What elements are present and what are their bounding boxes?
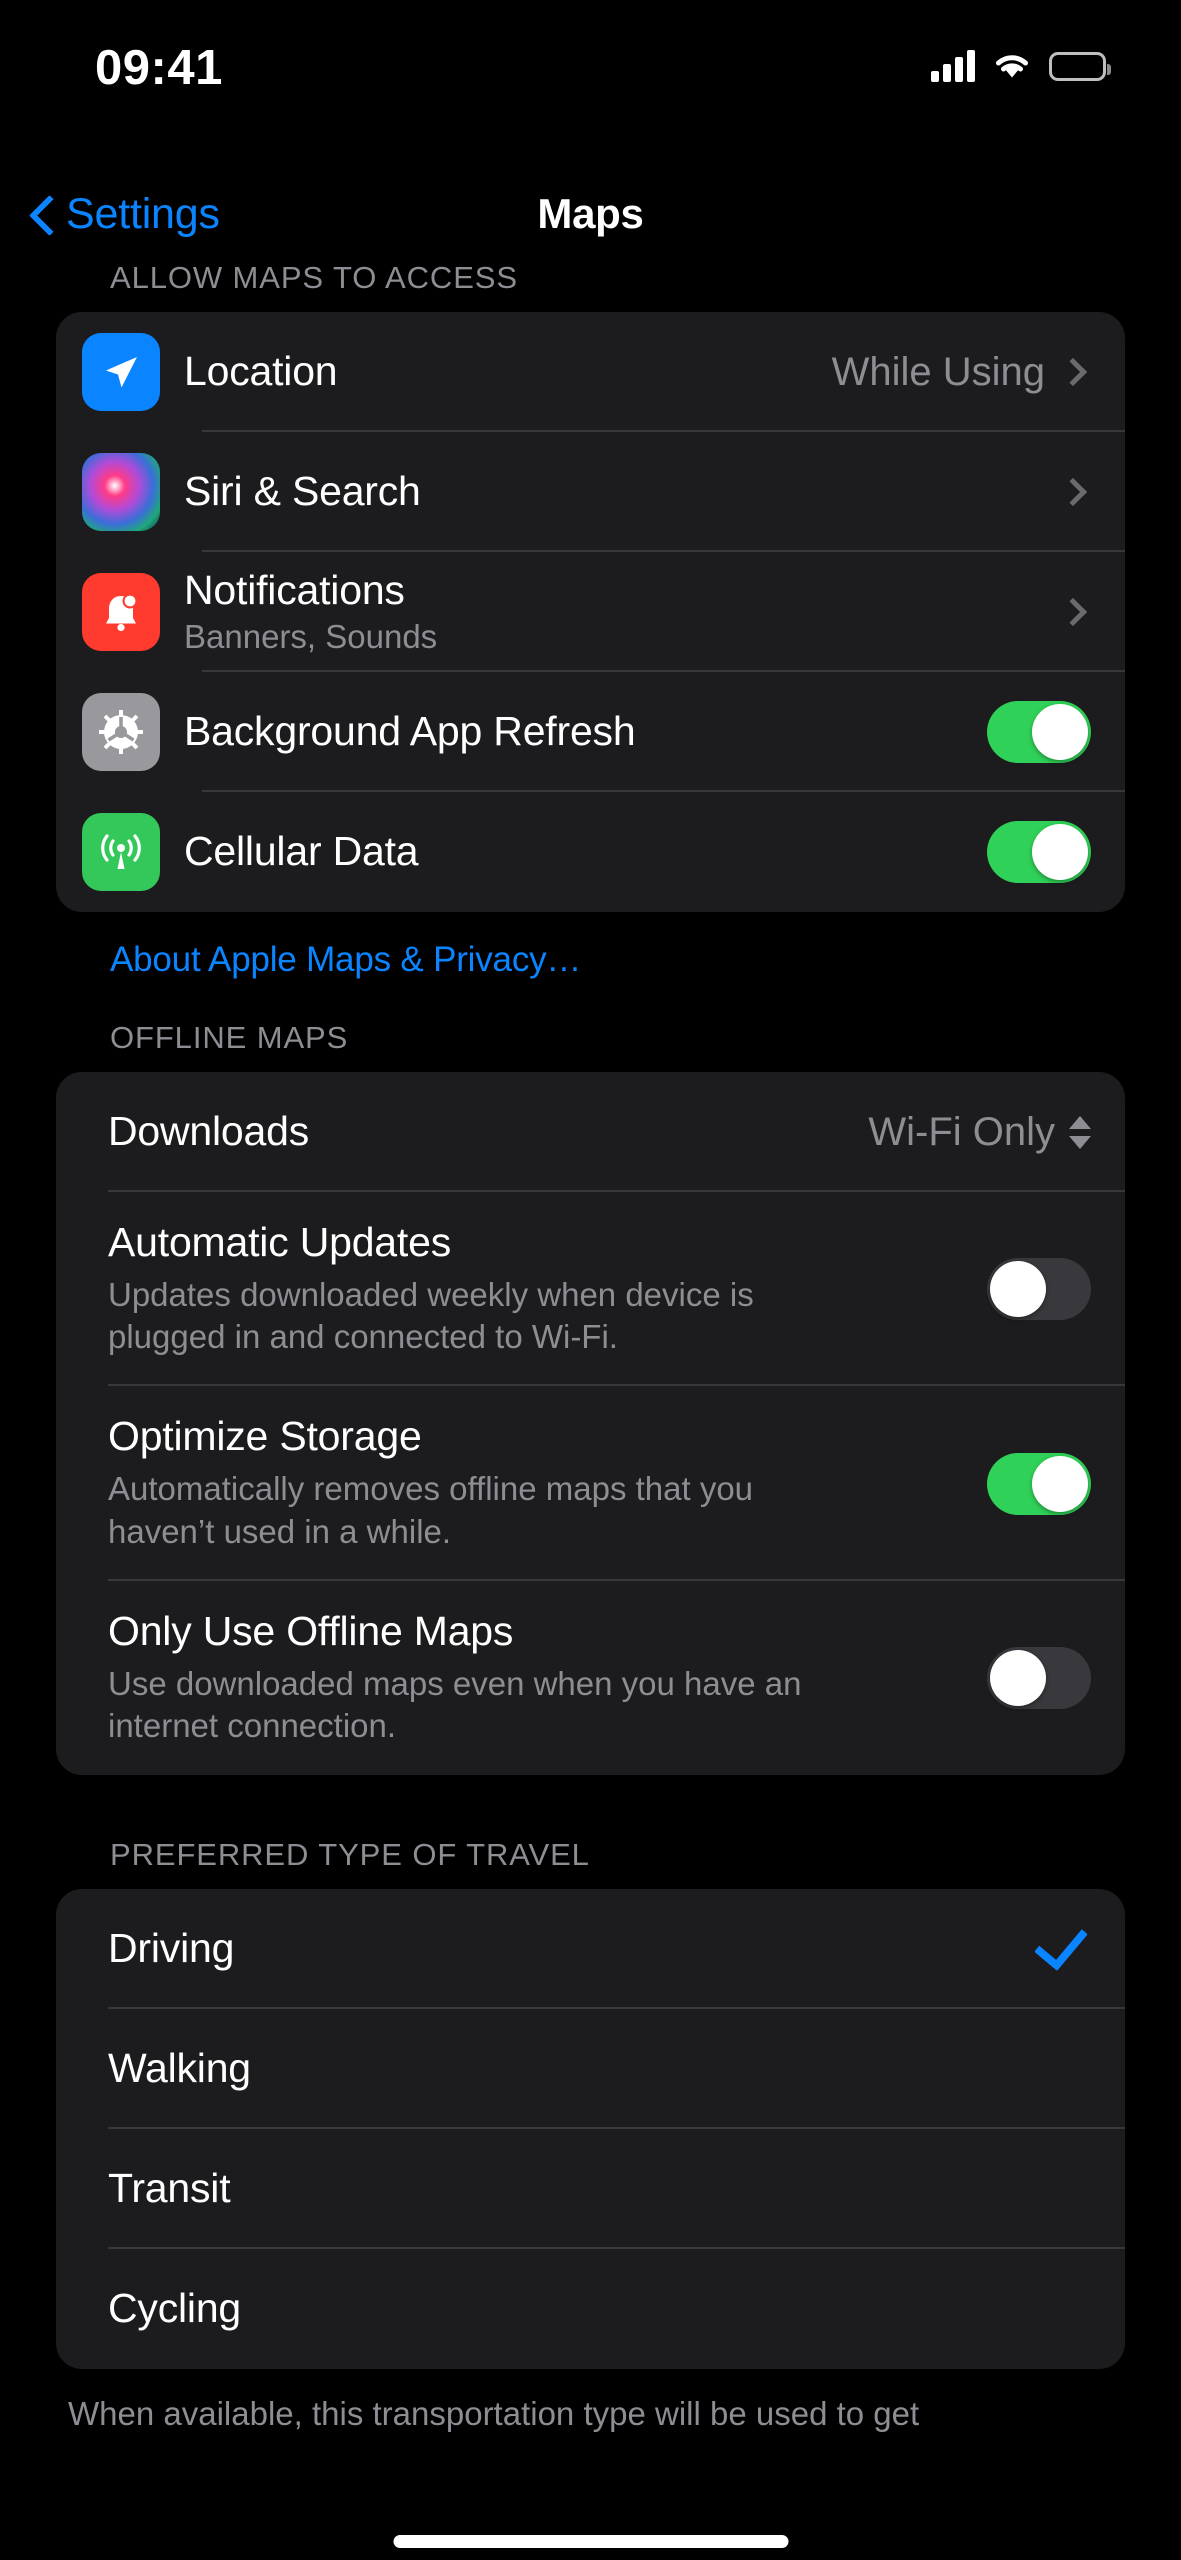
cellular-data-toggle[interactable]: [987, 821, 1091, 883]
row-title: Cycling: [108, 2285, 242, 2332]
row-background-app-refresh[interactable]: Background App Refresh: [56, 672, 1125, 792]
row-title: Optimize Storage: [108, 1413, 422, 1460]
chevron-right-icon: [1058, 357, 1088, 387]
row-only-use-offline-maps[interactable]: Only Use Offline Maps Use downloaded map…: [56, 1581, 1125, 1775]
row-notifications[interactable]: Notifications Banners, Sounds: [56, 552, 1125, 672]
row-title: Transit: [108, 2165, 231, 2212]
section-header-access: ALLOW MAPS TO ACCESS: [110, 260, 518, 295]
cellular-bars-icon: [931, 50, 975, 82]
chevron-left-icon: [28, 192, 54, 236]
row-transit[interactable]: Transit: [56, 2129, 1125, 2250]
cellular-antenna-icon: [82, 813, 160, 891]
row-bar-text: Background App Refresh: [184, 708, 987, 755]
chevron-up-down-icon: [1069, 1115, 1091, 1149]
location-arrow-icon: [82, 333, 160, 411]
section-header-offline-maps: OFFLINE MAPS: [110, 1020, 349, 1055]
row-title: Notifications: [184, 566, 405, 613]
row-optimize-storage-text: Optimize Storage Automatically removes o…: [108, 1413, 987, 1552]
status-bar-time: 09:41: [95, 41, 223, 95]
background-app-refresh-toggle[interactable]: [987, 701, 1091, 763]
row-location[interactable]: Location While Using: [56, 312, 1125, 432]
home-indicator[interactable]: [393, 2535, 788, 2548]
row-description: Updates downloaded weekly when device is…: [108, 1275, 754, 1356]
row-optimize-storage[interactable]: Optimize Storage Automatically removes o…: [56, 1386, 1125, 1581]
row-title: Location: [184, 348, 338, 395]
travel-type-card: Driving Walking Transit Cycling: [56, 1889, 1125, 2370]
row-location-value: While Using: [831, 349, 1045, 394]
offline-maps-card: Downloads Wi-Fi Only Automatic Updates U…: [56, 1072, 1125, 1776]
siri-orb-icon: [82, 453, 160, 531]
row-only-offline-text: Only Use Offline Maps Use downloaded map…: [108, 1607, 987, 1747]
row-cellular-data[interactable]: Cellular Data: [56, 792, 1125, 912]
row-walking[interactable]: Walking: [56, 2009, 1125, 2130]
settings-content: ALLOW MAPS TO ACCESS Location While Usin…: [0, 260, 1181, 2436]
row-downloads-text: Downloads: [108, 1108, 868, 1155]
row-cycling[interactable]: Cycling: [56, 2249, 1125, 2369]
row-driving-text: Driving: [108, 1925, 1037, 1972]
row-walking-text: Walking: [108, 2045, 1091, 2092]
row-title: Only Use Offline Maps: [108, 1607, 514, 1654]
optimize-storage-toggle[interactable]: [987, 1452, 1091, 1515]
row-title: Walking: [108, 2045, 251, 2092]
row-cycling-text: Cycling: [108, 2285, 1091, 2332]
checkmark-icon: [1037, 1936, 1081, 1962]
row-downloads-value: Wi-Fi Only: [868, 1109, 1055, 1154]
back-button-label: Settings: [66, 189, 220, 238]
about-apple-maps-privacy-link[interactable]: About Apple Maps & Privacy…: [0, 912, 1181, 980]
row-location-text: Location: [184, 348, 832, 395]
wifi-icon: [992, 51, 1032, 81]
row-automatic-updates-text: Automatic Updates Updates downloaded wee…: [108, 1219, 987, 1358]
row-siri-text: Siri & Search: [184, 468, 1063, 515]
notification-bell-icon: [82, 573, 160, 651]
travel-type-footnote: When available, this transportation type…: [68, 2395, 920, 2433]
row-description: Automatically removes offline maps that …: [108, 1470, 754, 1550]
chevron-right-icon: [1058, 597, 1088, 627]
only-use-offline-maps-toggle[interactable]: [987, 1646, 1091, 1709]
back-button[interactable]: Settings: [28, 168, 220, 260]
battery-full-icon: [1049, 51, 1111, 81]
row-driving[interactable]: Driving: [56, 1889, 1125, 2010]
automatic-updates-toggle[interactable]: [987, 1258, 1091, 1321]
navigation-bar: Maps Settings: [0, 168, 1181, 260]
row-siri-search[interactable]: Siri & Search: [56, 432, 1125, 552]
chevron-right-icon: [1058, 477, 1088, 507]
row-cellular-text: Cellular Data: [184, 828, 987, 875]
row-title: Background App Refresh: [184, 708, 636, 755]
row-title: Automatic Updates: [108, 1219, 451, 1265]
row-title: Driving: [108, 1925, 235, 1972]
row-subtitle: Banners, Sounds: [184, 618, 438, 656]
section-header-travel: PREFERRED TYPE OF TRAVEL: [110, 1837, 590, 1873]
row-automatic-updates[interactable]: Automatic Updates Updates downloaded wee…: [56, 1192, 1125, 1387]
status-bar: 09:41: [0, 0, 1181, 130]
row-title: Downloads: [108, 1108, 310, 1155]
status-bar-indicators: [931, 45, 1111, 87]
row-notifications-text: Notifications Banners, Sounds: [184, 566, 1063, 657]
row-title: Siri & Search: [184, 468, 421, 515]
gear-icon: [82, 693, 160, 771]
row-description: Use downloaded maps even when you have a…: [108, 1664, 802, 1744]
row-transit-text: Transit: [108, 2165, 1091, 2212]
row-downloads[interactable]: Downloads Wi-Fi Only: [56, 1072, 1125, 1192]
access-card: Location While Using Siri & Search Notif…: [56, 312, 1125, 912]
row-title: Cellular Data: [184, 828, 419, 875]
maps-settings-screen: 09:41 Maps Settings ALLOW MAPS TO ACCESS: [0, 0, 1181, 2560]
